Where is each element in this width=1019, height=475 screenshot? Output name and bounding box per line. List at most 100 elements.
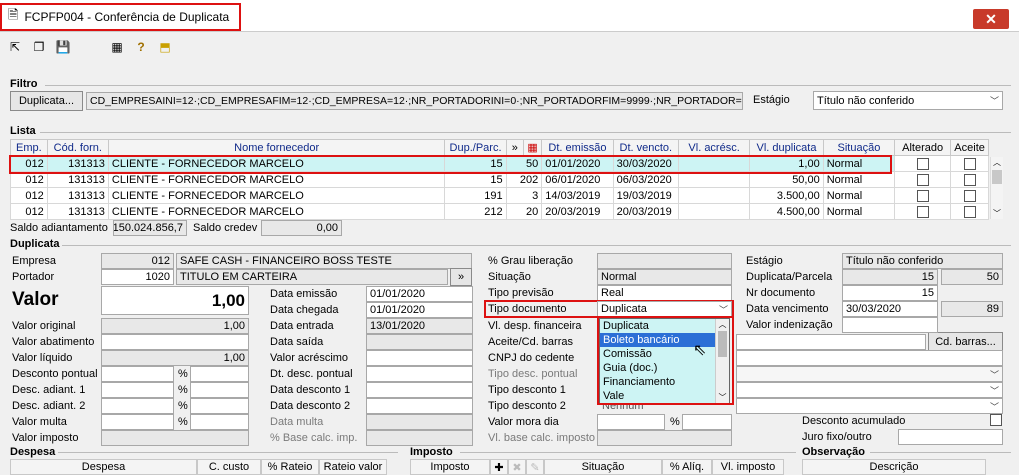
col-header-dup-parc[interactable]: Dup./Parc. bbox=[444, 139, 507, 156]
alterado-checkbox[interactable] bbox=[916, 205, 929, 218]
col-header-cod-forn[interactable]: Cód. forn. bbox=[46, 139, 109, 156]
col-header-situacao[interactable]: Situação bbox=[822, 139, 896, 156]
cnpj-cedente-field[interactable] bbox=[736, 350, 1003, 366]
col-header-despesa[interactable]: Despesa bbox=[10, 459, 197, 475]
desconto-pontual-field[interactable] bbox=[101, 366, 174, 382]
desconto-acumulado-checkbox[interactable] bbox=[990, 414, 1002, 426]
tipo-desc-pontual-select[interactable]: ﹀ bbox=[736, 366, 1003, 382]
data-desconto1-label: Data desconto 1 bbox=[270, 384, 351, 396]
close-button[interactable]: ✕ bbox=[973, 9, 1009, 29]
col-header-imposto[interactable]: Imposto bbox=[410, 459, 490, 475]
data-chegada-field[interactable]: 01/01/2020 bbox=[366, 302, 473, 318]
despesa-section-title: Despesa bbox=[10, 446, 56, 458]
juro-fixo-field[interactable] bbox=[898, 429, 1003, 445]
dt-desc-pontual-field[interactable] bbox=[366, 366, 473, 382]
data-emissao-field[interactable]: 01/01/2020 bbox=[366, 286, 473, 302]
table-scrollbar[interactable]: ︿ ﹀ bbox=[990, 157, 1003, 219]
scroll-thumb[interactable] bbox=[992, 170, 1002, 184]
col-header-nome-fornecedor[interactable]: Nome fornecedor bbox=[107, 139, 446, 156]
col-header-vl-duplicata[interactable]: Vl. duplicata bbox=[749, 139, 824, 156]
nr-documento-field[interactable]: 15 bbox=[842, 285, 938, 301]
valor-abatimento-field[interactable] bbox=[101, 334, 249, 350]
desc-adiant1-pct-field[interactable] bbox=[190, 382, 249, 398]
parcela-field: 50 bbox=[941, 269, 1003, 285]
cd-barras-button[interactable]: Cd. barras... bbox=[928, 332, 1003, 351]
col-header-rateio-valor[interactable]: Rateio valor bbox=[319, 459, 387, 475]
col-header-aceite[interactable]: Aceite bbox=[950, 139, 989, 156]
desc-adiant2-field[interactable] bbox=[101, 398, 174, 414]
col-header-emp[interactable]: Emp. bbox=[10, 139, 48, 156]
data-vencimento-label: Data vencimento bbox=[746, 303, 829, 315]
data-vencimento-field[interactable]: 30/03/2020 bbox=[842, 301, 938, 317]
valor-abatimento-label: Valor abatimento bbox=[12, 336, 95, 348]
calendar-icon[interactable]: ▦ bbox=[522, 139, 543, 156]
tipo-desconto1-select[interactable]: ﹀ bbox=[736, 382, 1003, 398]
mora-pct-label: % bbox=[670, 416, 680, 428]
alterado-checkbox[interactable] bbox=[916, 157, 929, 170]
col-header-dt-vencto[interactable]: Dt. vencto. bbox=[612, 139, 679, 156]
col-header-descricao[interactable]: Descrição bbox=[802, 459, 986, 475]
portador-lookup-button[interactable]: » bbox=[450, 268, 472, 286]
portador-code-field[interactable]: 1020 bbox=[101, 269, 174, 285]
col-header-c-custo[interactable]: C. custo bbox=[197, 459, 261, 475]
portador-label: Portador bbox=[12, 271, 55, 283]
col-header-expand[interactable]: » bbox=[505, 139, 524, 156]
duplicata-table: Emp. Cód. forn. Nome fornecedor Dup./Par… bbox=[10, 139, 989, 220]
data-desconto1-field[interactable] bbox=[366, 382, 473, 398]
cell-vencto: 20/03/2019 bbox=[612, 203, 679, 220]
mora-pct-field[interactable] bbox=[682, 414, 732, 430]
desc-adiant1-pct-label: % bbox=[178, 384, 188, 396]
aceite-cd-barras-field[interactable] bbox=[736, 334, 926, 350]
duplicata-filter-button[interactable]: Duplicata... bbox=[10, 91, 83, 111]
exit-icon[interactable]: ⇱ bbox=[8, 40, 22, 54]
add-icon[interactable]: ✚ bbox=[490, 459, 508, 475]
save-icon[interactable]: 💾 bbox=[56, 40, 71, 54]
valor-indenizacao-field[interactable] bbox=[842, 317, 938, 333]
filtro-divider bbox=[45, 85, 1011, 86]
data-multa-label: Data multa bbox=[270, 416, 324, 428]
empresa-code-field: 012 bbox=[101, 253, 174, 269]
scroll-down-icon[interactable]: ﹀ bbox=[991, 208, 1003, 219]
aceite-checkbox[interactable] bbox=[963, 173, 976, 186]
valor-field[interactable]: 1,00 bbox=[101, 286, 249, 315]
col-header-alterado[interactable]: Alterado bbox=[894, 139, 952, 156]
table-row[interactable]: 012 131313 CLIENTE - FORNECEDOR MARCELO … bbox=[10, 187, 989, 204]
filter-expression-field[interactable]: CD_EMPRESAINI=12·;CD_EMPRESAFIM=12·;CD_E… bbox=[86, 92, 743, 110]
col-header-dt-emissao[interactable]: Dt. emissão bbox=[541, 139, 614, 156]
data-emissao-label: Data emissão bbox=[270, 288, 338, 300]
estagio-filter-select[interactable]: Título não conferido ﹀ bbox=[813, 91, 1003, 110]
door-exit-icon[interactable]: ⬒ bbox=[158, 40, 172, 54]
calculator-icon[interactable]: ▦ bbox=[110, 40, 124, 54]
desconto-pontual-pct-field[interactable] bbox=[190, 366, 249, 382]
dup-parcela-label: Duplicata/Parcela bbox=[746, 271, 833, 283]
windows-icon[interactable]: ❐ bbox=[32, 40, 46, 54]
edit-icon[interactable]: ✎ bbox=[526, 459, 544, 475]
col-header-aliq[interactable]: % Alíq. bbox=[662, 459, 712, 475]
alterado-checkbox[interactable] bbox=[916, 189, 929, 202]
desc-adiant2-pct-field[interactable] bbox=[190, 398, 249, 414]
aceite-checkbox[interactable] bbox=[963, 157, 976, 170]
valor-multa-pct-field[interactable] bbox=[190, 414, 249, 430]
col-header-vl-imposto[interactable]: Vl. imposto bbox=[712, 459, 784, 475]
col-header-vl-acresc[interactable]: Vl. acrésc. bbox=[677, 139, 751, 156]
cell-emissao: 14/03/2019 bbox=[541, 187, 614, 204]
table-row[interactable]: 012 131313 CLIENTE - FORNECEDOR MARCELO … bbox=[10, 203, 989, 220]
scroll-up-icon[interactable]: ︿ bbox=[991, 157, 1003, 168]
aceite-checkbox[interactable] bbox=[963, 205, 976, 218]
data-desconto2-field[interactable] bbox=[366, 398, 473, 414]
valor-mora-dia-field[interactable] bbox=[597, 414, 665, 430]
help-icon[interactable]: ? bbox=[134, 40, 148, 54]
aceite-checkbox[interactable] bbox=[963, 189, 976, 202]
cell-emissao: 20/03/2019 bbox=[541, 203, 614, 220]
col-header-pct-rateio[interactable]: % Rateio bbox=[261, 459, 319, 475]
valor-multa-field[interactable] bbox=[101, 414, 174, 430]
col-header-situacao-imp[interactable]: Situação bbox=[544, 459, 662, 475]
desc-adiant1-field[interactable] bbox=[101, 382, 174, 398]
tipo-previsao-field[interactable]: Real bbox=[597, 285, 732, 301]
valor-acrescimo-field[interactable] bbox=[366, 350, 473, 366]
tipo-documento-select[interactable]: Duplicata ﹀ bbox=[597, 301, 732, 317]
tipo-desconto2-select[interactable]: ﹀ bbox=[736, 398, 1003, 414]
delete-icon[interactable]: ✖ bbox=[508, 459, 526, 475]
alterado-checkbox[interactable] bbox=[916, 173, 929, 186]
grau-liberacao-field bbox=[597, 253, 732, 269]
